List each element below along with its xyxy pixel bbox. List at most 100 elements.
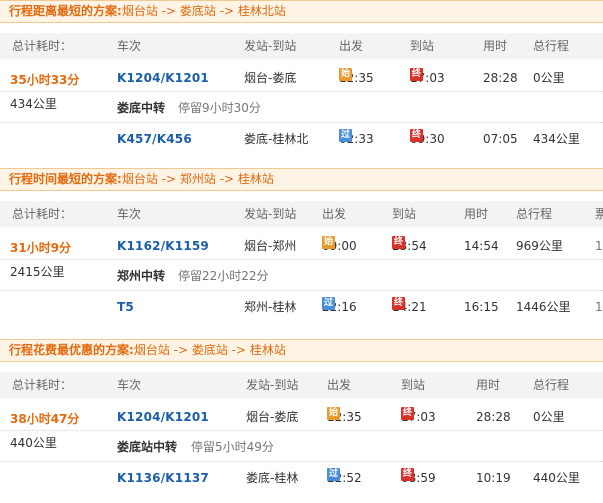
train-leg-row: K1204/K1201 烟台-娄底 始 12:35 终 17:03 28:28 0公里 [0, 68, 603, 88]
terminal-badge-icon: 终 [401, 407, 414, 420]
arrival-time: 终 09:30 [410, 129, 445, 149]
column-header: 出发 [322, 207, 347, 221]
duration: 28:28 [476, 410, 511, 424]
column-header: 总计耗时： [12, 378, 73, 392]
column-header: 出发 [327, 378, 352, 392]
terminal-badge-icon: 终 [410, 129, 423, 142]
distance: 1446公里 [516, 300, 571, 314]
terminal-badge-icon: 终 [392, 236, 405, 249]
distance: 969公里 [516, 239, 563, 253]
distance: 434公里 [533, 132, 580, 146]
arrival-time: 终 17:03 [410, 68, 445, 88]
column-header: 到站 [392, 207, 417, 221]
column-header: 车次 [117, 39, 142, 53]
arrival-time: 终 17:03 [401, 407, 436, 427]
duration: 10:19 [476, 471, 511, 485]
arrival-time: 终 23:54 [392, 236, 427, 256]
station-pair: 郑州-桂林 [244, 300, 297, 314]
departure-time: 过 02:33 [339, 129, 374, 149]
plan-title-bar: 行程花费最优惠的方案:烟台站 -> 娄底站 -> 桂林站 [0, 339, 603, 362]
transfer-wait: 停留22小时22分 [178, 269, 269, 283]
plan-title: 行程距离最短的方案: [9, 4, 122, 18]
transfer-wait: 停留5小时49分 [191, 440, 274, 454]
route-station[interactable]: 桂林北站 [238, 4, 286, 18]
column-header-row: 总计耗时： 车次 发站-到站 出发 到站 用时 总行程 [0, 372, 603, 398]
pass-through-badge-icon: 过 [339, 129, 352, 142]
train-leg-row: K457/K456 娄底-桂林北 过 02:33 终 09:30 07:05 434公里 [0, 129, 603, 149]
transfer-station: 郑州中转 [117, 269, 166, 283]
route-station[interactable]: 桂林站 [238, 172, 274, 186]
pass-through-badge-icon: 过 [322, 297, 335, 310]
plan-section: 行程距离最短的方案:烟台站 -> 娄底站 -> 桂林北站总计耗时： 车次 发站-到站… [0, 0, 603, 171]
route-station[interactable]: 烟台站 [134, 343, 170, 357]
row-divider [0, 91, 603, 92]
distance: 0公里 [533, 71, 565, 85]
station-pair: 娄底-桂林北 [244, 132, 309, 146]
train-number-link[interactable]: K1204/K1201 [117, 407, 209, 427]
transfer-station: 娄底站中转 [117, 440, 178, 454]
plan-title: 行程时间最短的方案: [9, 172, 122, 186]
transfer-wait: 停留9小时30分 [178, 101, 261, 115]
terminal-badge-icon: 终 [410, 68, 423, 81]
route-station[interactable]: 桂林站 [250, 343, 286, 357]
column-header: 发站-到站 [244, 39, 297, 53]
plan-title: 行程花费最优惠的方案: [9, 343, 134, 357]
column-header: 出发 [339, 39, 364, 53]
duration: 28:28 [483, 71, 518, 85]
column-header: 总行程 [533, 378, 570, 392]
origin-badge-icon: 始 [339, 68, 352, 81]
route-station[interactable]: 烟台站 [122, 4, 158, 18]
column-header-row: 总计耗时： 车次 发站-到站 出发 到站 用时 总行程 票 [0, 201, 603, 227]
train-number-link[interactable]: T5 [117, 297, 134, 317]
row-divider [0, 122, 603, 123]
duration: 16:15 [464, 300, 499, 314]
column-header: 总计耗时： [12, 207, 73, 221]
column-header: 车次 [117, 378, 142, 392]
station-pair: 烟台-郑州 [244, 239, 297, 253]
distance: 440公里 [533, 471, 580, 485]
transfer-row: 郑州中转 停留22小时22分 [0, 266, 603, 286]
origin-badge-icon: 始 [327, 407, 340, 420]
duration: 07:05 [483, 132, 518, 146]
transfer-row: 娄底中转 停留9小时30分 [0, 98, 603, 118]
train-leg-row: K1204/K1201 烟台-娄底 始 12:35 终 17:03 28:28 0公里 [0, 407, 603, 427]
departure-time: 始 12:35 [327, 407, 362, 427]
route-station[interactable]: 娄底站 [180, 4, 216, 18]
route-arrow: -> [215, 4, 238, 18]
terminal-badge-icon: 终 [401, 468, 414, 481]
station-pair: 娄底-桂林 [246, 471, 299, 485]
train-number-link[interactable]: K1162/K1159 [117, 236, 209, 256]
departure-time: 始 09:00 [322, 236, 357, 256]
plan-section: 行程时间最短的方案:烟台站 -> 郑州站 -> 桂林站 总计耗时： 车次 发站-到站 出… [0, 168, 603, 339]
row-divider [0, 290, 603, 291]
departure-time: 始 12:35 [339, 68, 374, 88]
train-number-link[interactable]: K457/K456 [117, 129, 192, 149]
route-station[interactable]: 郑州站 [180, 172, 216, 186]
train-leg-row: K1162/K1159 烟台-郑州 始 09:00 终 23:54 14:54 969公里 1 [0, 236, 603, 256]
route-arrow: -> [169, 343, 192, 357]
transfer-row: 娄底站中转 停留5小时49分 [0, 437, 603, 457]
terminal-badge-icon: 终 [392, 297, 405, 310]
row-divider [0, 461, 603, 462]
ticket-cell: 1 [595, 300, 603, 314]
origin-badge-icon: 始 [322, 236, 335, 249]
train-number-link[interactable]: K1204/K1201 [117, 68, 209, 88]
train-leg-row: K1136/K1137 娄底-桂林 过 22:52 终 08:59 10:19 440公里 [0, 468, 603, 488]
row-divider [0, 259, 603, 260]
plan-title-bar: 行程距离最短的方案:烟台站 -> 娄底站 -> 桂林北站 [0, 0, 603, 23]
column-header: 用时 [464, 207, 489, 221]
column-header: 总计耗时： [12, 39, 73, 53]
column-header-row: 总计耗时： 车次 发站-到站 出发 到站 用时 总行程 [0, 33, 603, 59]
train-number-link[interactable]: K1136/K1137 [117, 468, 209, 488]
route-arrow: -> [157, 4, 180, 18]
pass-through-badge-icon: 过 [327, 468, 340, 481]
arrival-time: 终 08:59 [401, 468, 436, 488]
route-station[interactable]: 娄底站 [192, 343, 228, 357]
departure-time: 过 22:52 [327, 468, 362, 488]
distance: 0公里 [533, 410, 565, 424]
column-header: 到站 [401, 378, 426, 392]
column-header: 用时 [476, 378, 501, 392]
route-station[interactable]: 烟台站 [122, 172, 158, 186]
route-arrow: -> [227, 343, 250, 357]
column-header: 用时 [483, 39, 508, 53]
